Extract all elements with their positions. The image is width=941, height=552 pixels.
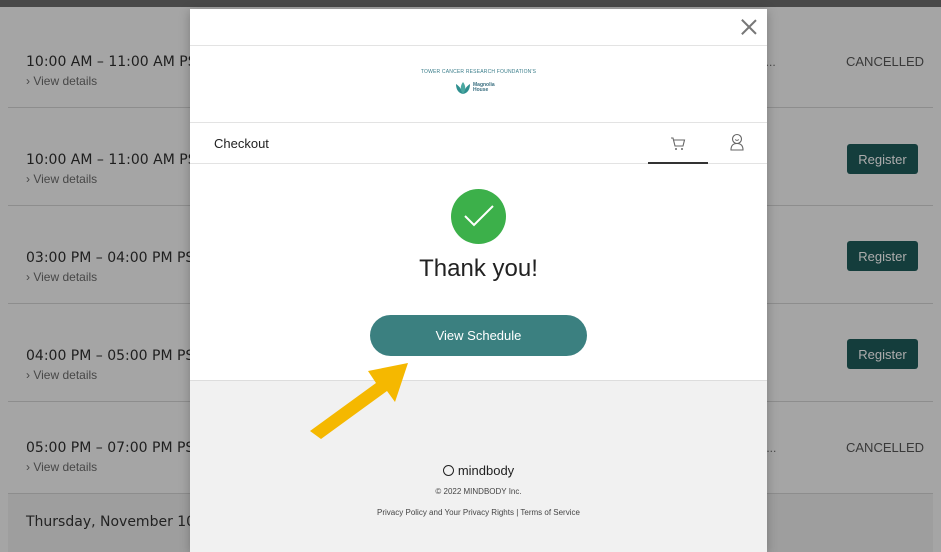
brand-foundation-text: TOWER CANCER RESEARCH FOUNDATION'S bbox=[420, 69, 537, 75]
checkmark-icon bbox=[464, 205, 494, 227]
brand-name: Magnolia House bbox=[473, 82, 495, 93]
modal-header bbox=[190, 9, 767, 46]
cart-icon bbox=[671, 137, 686, 150]
mindbody-ring-icon bbox=[442, 465, 454, 476]
mindbody-logo: mindbody bbox=[190, 463, 767, 478]
checkout-bar: Checkout bbox=[190, 123, 767, 164]
modal-footer: mindbody © 2022 MINDBODY Inc. Privacy Po… bbox=[190, 380, 767, 552]
footer-links: Privacy Policy and Your Privacy Rights |… bbox=[190, 508, 767, 517]
magnolia-logo-icon bbox=[456, 82, 470, 94]
view-schedule-button[interactable]: View Schedule bbox=[370, 315, 587, 356]
terms-link[interactable]: Terms of Service bbox=[520, 508, 580, 517]
success-badge bbox=[451, 189, 506, 244]
thank-you-message: Thank you! bbox=[419, 255, 538, 282]
checkout-title: Checkout bbox=[214, 136, 269, 151]
copyright-text: © 2022 MINDBODY Inc. bbox=[435, 487, 522, 496]
checkout-modal: TOWER CANCER RESEARCH FOUNDATION'S Magno… bbox=[190, 9, 767, 552]
cart-tab[interactable] bbox=[648, 123, 708, 164]
brand-logo: TOWER CANCER RESEARCH FOUNDATION'S Magno… bbox=[190, 46, 767, 123]
success-panel: Thank you! View Schedule bbox=[190, 165, 767, 380]
user-icon[interactable] bbox=[730, 133, 744, 151]
annotation-arrow-icon bbox=[310, 363, 408, 439]
privacy-policy-link[interactable]: Privacy Policy and Your Privacy Rights bbox=[377, 508, 514, 517]
footer-separator: | bbox=[516, 508, 519, 517]
close-icon[interactable] bbox=[740, 18, 758, 36]
